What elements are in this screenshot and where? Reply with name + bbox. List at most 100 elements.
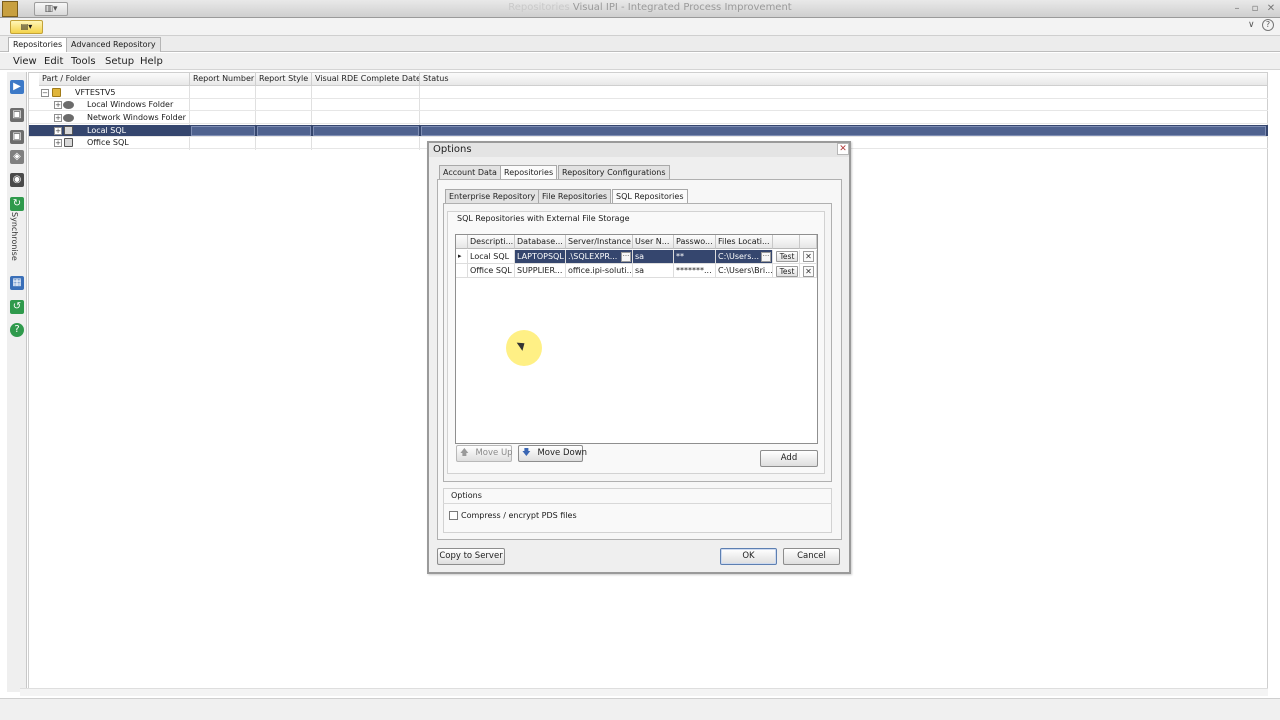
cell-database[interactable]: LAPTOPSQL — [515, 250, 566, 264]
tab-account-data[interactable]: Account Data — [439, 165, 501, 179]
add-button[interactable]: Add — [760, 450, 818, 467]
column-report-style[interactable]: Report Style — [256, 73, 312, 86]
move-down-label: Move Down — [537, 448, 588, 458]
grid-icon[interactable]: ▦ — [10, 276, 24, 290]
column-description[interactable]: Descripti... — [468, 235, 515, 249]
move-up-button[interactable]: 🡅 Move Up — [456, 445, 513, 462]
dialog-title: Options — [433, 144, 472, 155]
collapse-icon[interactable]: − — [41, 89, 49, 97]
selected-cell — [313, 126, 419, 136]
close-icon[interactable]: ✕ — [1264, 2, 1278, 16]
options-group-title: Options — [451, 491, 482, 500]
tab-enterprise-repository[interactable]: Enterprise Repository — [445, 189, 540, 203]
copy-to-server-button[interactable]: Copy to Server — [437, 548, 505, 565]
cell-password[interactable]: *******... — [674, 264, 716, 278]
refresh-icon[interactable]: ↺ — [10, 300, 24, 314]
selected-cell — [257, 126, 311, 136]
help-circle-icon[interactable]: ? — [10, 323, 24, 337]
folder-link-icon — [63, 101, 74, 109]
tab-file-repositories[interactable]: File Repositories — [538, 189, 612, 203]
ok-button[interactable]: OK — [720, 548, 777, 565]
tree-row-label: Local SQL — [87, 126, 127, 135]
window-title: Repositories Visual IPI - Integrated Pro… — [0, 2, 1280, 13]
tab-repositories[interactable]: Repositories — [8, 37, 68, 52]
cell-user-name[interactable]: sa — [633, 264, 674, 278]
menu-bar — [0, 53, 1280, 70]
tree-row-label: VFTESTV5 — [75, 88, 116, 97]
menu-edit[interactable]: Edit — [44, 55, 63, 68]
column-status[interactable]: Status — [420, 73, 1268, 86]
help-icon[interactable]: ? — [1262, 19, 1274, 31]
row-pointer-icon: ▸ — [456, 250, 468, 264]
tree-row[interactable] — [29, 112, 1268, 124]
cell-files-location[interactable]: C:\Users\Bri... — [716, 264, 773, 278]
expand-icon[interactable]: + — [54, 127, 62, 135]
tree-row[interactable] — [29, 87, 1268, 99]
arrow-down-icon: 🡇 — [522, 448, 531, 458]
cell-description[interactable]: Local SQL — [468, 250, 515, 264]
tab-repositories[interactable]: Repositories — [500, 165, 558, 179]
column-server-instance[interactable]: Server/Instance — [566, 235, 633, 249]
page-icon[interactable]: ▣ — [10, 108, 24, 122]
maximize-icon[interactable]: ▫ — [1248, 2, 1262, 16]
dialog-close-button[interactable]: ✕ — [837, 143, 849, 155]
expand-icon[interactable]: + — [54, 114, 62, 122]
menu-tools[interactable]: Tools — [71, 55, 96, 68]
tab-sql-repositories[interactable]: SQL Repositories — [612, 189, 688, 203]
ribbon-collapse-icon[interactable]: ∨ — [1248, 20, 1255, 30]
cell-description[interactable]: Office SQL — [468, 264, 515, 278]
cell-user-name[interactable]: sa — [633, 250, 674, 264]
cell-password[interactable]: ** — [674, 250, 716, 264]
cell-server-instance[interactable]: office.ipi-soluti... — [566, 264, 633, 278]
expand-icon[interactable]: + — [54, 101, 62, 109]
move-down-button[interactable]: 🡇 Move Down — [518, 445, 587, 462]
tree-row-label: Local Windows Folder — [87, 100, 174, 109]
group-title: SQL Repositories with External File Stor… — [457, 214, 630, 223]
status-bar — [0, 698, 1280, 720]
test-button[interactable]: Test — [776, 266, 798, 277]
cell-ellipsis-button[interactable]: ··· — [621, 252, 631, 262]
page-add-icon[interactable]: ▣ — [10, 130, 24, 144]
column-database[interactable]: Database... — [515, 235, 566, 249]
menu-help[interactable]: Help — [140, 55, 163, 68]
cancel-button[interactable]: Cancel — [783, 548, 840, 565]
delete-row-button[interactable]: ✕ — [803, 251, 814, 262]
tag-icon[interactable]: ◈ — [10, 150, 24, 164]
folder-link-icon — [63, 114, 74, 122]
cell-ellipsis-button[interactable]: ··· — [761, 252, 771, 262]
window-title-prefix: Repositories — [508, 2, 570, 13]
tree-row-label: Office SQL — [87, 138, 129, 147]
dialog-title-bar[interactable] — [429, 143, 849, 157]
cell-database[interactable]: SUPPLIER... — [515, 264, 566, 278]
sync-icon[interactable]: ↻ — [10, 197, 24, 211]
column-user-name[interactable]: User N... — [633, 235, 674, 249]
compress-encrypt-checkbox[interactable] — [449, 511, 458, 520]
column-report-number[interactable]: Report Number — [190, 73, 256, 86]
minimize-icon[interactable]: – — [1230, 2, 1244, 16]
tab-advanced-repository[interactable]: Advanced Repository — [66, 37, 161, 52]
tree-row[interactable] — [29, 99, 1268, 111]
ribbon-bar — [0, 18, 1280, 36]
tab-repository-configurations[interactable]: Repository Configurations — [558, 165, 670, 179]
document-tabs — [0, 36, 1280, 52]
synchronise-label: Synchronise — [10, 212, 19, 261]
selected-cell — [421, 126, 1266, 136]
menu-view[interactable]: View — [13, 55, 37, 68]
expand-icon[interactable]: + — [54, 139, 62, 147]
sql-db-icon — [64, 138, 73, 147]
column-test — [773, 235, 800, 249]
selected-cell — [191, 126, 255, 136]
column-password[interactable]: Passwo... — [674, 235, 716, 249]
play-icon[interactable]: ▶ — [10, 80, 24, 94]
delete-row-button[interactable]: ✕ — [803, 266, 814, 277]
horizontal-scrollbar[interactable] — [20, 688, 1268, 696]
test-button[interactable]: Test — [776, 251, 798, 262]
sql-db-icon — [64, 126, 73, 135]
column-part-folder[interactable]: Part / Folder — [39, 73, 190, 86]
compress-encrypt-label[interactable]: Compress / encrypt PDS files — [461, 511, 577, 520]
menu-setup[interactable]: Setup — [105, 55, 134, 68]
binoculars-icon[interactable]: ◉ — [10, 173, 24, 187]
column-visual-rde-complete-date[interactable]: Visual RDE Complete Date — [312, 73, 420, 86]
application-menu-button[interactable]: ▤▾ — [10, 20, 43, 34]
column-files-location[interactable]: Files Locati... — [716, 235, 773, 249]
